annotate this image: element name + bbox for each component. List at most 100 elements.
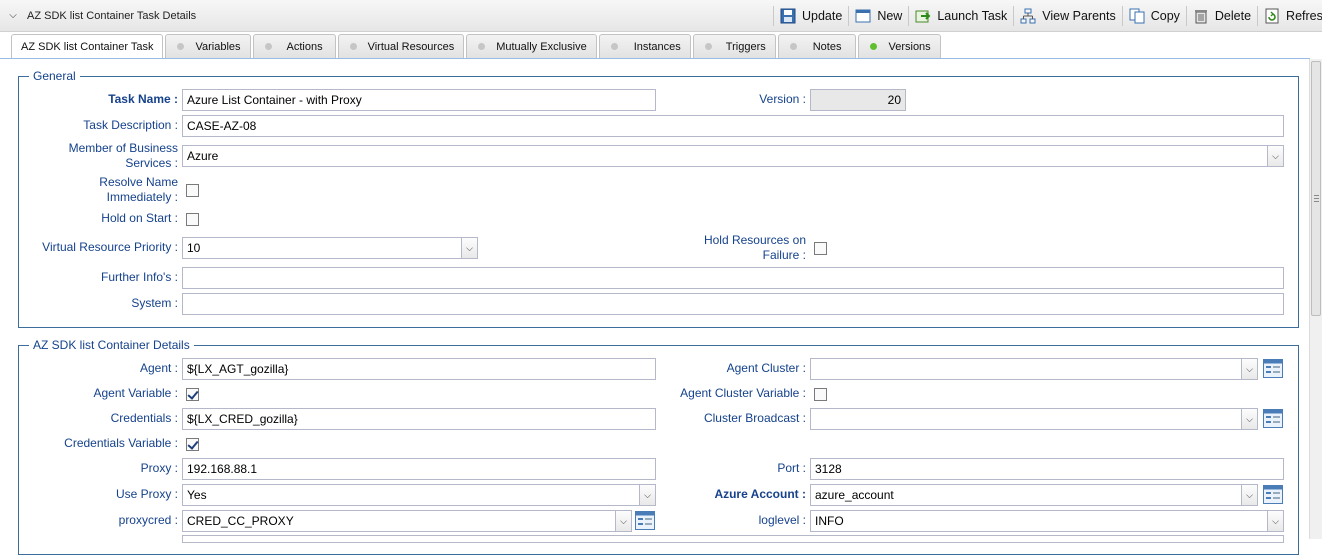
status-dot-icon <box>264 43 272 50</box>
proxy-input[interactable]: 192.168.88.1 <box>182 458 656 480</box>
status-dot-icon <box>704 43 712 50</box>
save-icon <box>780 8 796 24</box>
chevron-down-icon[interactable]: ⌵ <box>461 238 477 258</box>
loglevel-value: INFO <box>815 514 844 528</box>
refresh-button[interactable]: Refresh <box>1259 4 1322 28</box>
delete-button[interactable]: Delete <box>1188 4 1256 28</box>
chevron-down-icon[interactable]: ⌵ <box>1267 511 1283 531</box>
hold-resources-label: Hold Resources on Failure : <box>660 233 806 263</box>
member-of-label: Member of Business Services : <box>40 141 178 171</box>
cluster-broadcast-combo[interactable]: ⌵ <box>810 408 1258 430</box>
tab-triggers[interactable]: Triggers <box>692 34 776 59</box>
proxycred-value: CRED_CC_PROXY <box>187 514 294 528</box>
status-dot-icon <box>789 43 797 50</box>
tab-task[interactable]: AZ SDK list Container Task <box>11 34 164 59</box>
tab-notes[interactable]: Notes <box>777 34 857 59</box>
agent-variable-checkbox[interactable] <box>186 388 199 401</box>
system-label: System : <box>131 296 178 310</box>
member-of-combo[interactable]: Azure ⌵ <box>182 145 1284 167</box>
further-info-input[interactable] <box>182 267 1284 289</box>
status-dot-icon <box>870 43 878 50</box>
copy-label: Copy <box>1150 9 1180 23</box>
agent-label: Agent : <box>139 361 178 375</box>
azure-account-combo[interactable]: azure_account ⌵ <box>810 484 1258 506</box>
tab-variables[interactable]: Variables <box>165 34 251 59</box>
details-legend: AZ SDK list Container Details <box>29 338 194 352</box>
vr-priority-combo[interactable]: 10 ⌵ <box>182 237 478 259</box>
grip-icon <box>1314 195 1319 196</box>
tab-underline <box>0 58 1310 59</box>
credentials-variable-checkbox[interactable] <box>186 438 199 451</box>
new-window-icon <box>855 9 871 23</box>
tab-label: Virtual Resources <box>367 40 455 53</box>
lookup-icon[interactable] <box>1263 409 1283 428</box>
panel-title: AZ SDK list Container Task Details <box>27 10 197 22</box>
tab-instances[interactable]: Instances <box>598 34 691 59</box>
azure-account-label: Azure Account : <box>714 487 806 501</box>
view-parents-label: View Parents <box>1042 9 1116 23</box>
loglevel-combo[interactable]: INFO ⌵ <box>810 510 1284 532</box>
launch-icon <box>915 10 931 23</box>
resolve-name-checkbox[interactable] <box>186 184 199 197</box>
tab-label: Notes <box>812 40 842 53</box>
hold-resources-checkbox[interactable] <box>814 242 827 255</box>
use-proxy-value: Yes <box>187 488 207 502</box>
tab-strip: AZ SDK list Container Task Variables Act… <box>11 34 943 59</box>
scrollbar-thumb[interactable] <box>1311 61 1321 316</box>
proxy-label: Proxy : <box>140 461 178 475</box>
tab-mutually-exclusive[interactable]: Mutually Exclusive <box>466 34 597 59</box>
collapse-chevron-icon[interactable]: ⌵ <box>6 9 20 23</box>
resolve-name-label: Resolve Name Immediately : <box>40 175 178 205</box>
chevron-down-icon[interactable]: ⌵ <box>615 511 631 531</box>
launch-task-button[interactable]: Launch Task <box>910 4 1012 28</box>
lookup-icon[interactable] <box>1263 485 1283 504</box>
toolbar-separator <box>1013 6 1015 26</box>
agent-variable-label: Agent Variable : <box>93 386 179 400</box>
view-parents-button[interactable]: View Parents <box>1015 4 1120 28</box>
use-proxy-combo[interactable]: Yes ⌵ <box>182 484 656 506</box>
launch-task-label: Launch Task <box>937 9 1008 23</box>
vertical-scrollbar[interactable] <box>1309 59 1322 539</box>
toolbar-separator <box>1257 6 1259 26</box>
agent-cluster-variable-checkbox[interactable] <box>814 388 827 401</box>
tab-actions[interactable]: Actions <box>252 34 336 59</box>
copy-button[interactable]: Copy <box>1124 4 1185 28</box>
system-input[interactable] <box>182 293 1284 315</box>
loglevel-label: loglevel : <box>758 513 806 527</box>
tab-virtual-resources[interactable]: Virtual Resources <box>337 34 465 59</box>
use-proxy-label: Use Proxy : <box>115 487 178 501</box>
hold-resources-label-line1: Hold Resources on <box>703 233 806 247</box>
task-description-input[interactable]: CASE-AZ-08 <box>182 115 1284 137</box>
hold-resources-label-line2: Failure : <box>762 248 806 262</box>
agent-cluster-label: Agent Cluster : <box>726 361 806 375</box>
tab-versions[interactable]: Versions <box>858 34 941 59</box>
tab-label: Instances <box>633 40 681 53</box>
port-input[interactable]: 3128 <box>810 458 1284 480</box>
chevron-down-icon[interactable]: ⌵ <box>1241 485 1257 505</box>
proxycred-combo[interactable]: CRED_CC_PROXY ⌵ <box>182 510 632 532</box>
chevron-down-icon[interactable]: ⌵ <box>1241 409 1257 429</box>
next-row-input[interactable] <box>182 535 1284 543</box>
status-dot-icon <box>610 43 618 50</box>
lookup-icon[interactable] <box>1263 359 1283 378</box>
toolbar-separator <box>908 6 910 26</box>
status-dot-icon <box>478 43 486 50</box>
task-name-input[interactable]: Azure List Container - with Proxy <box>182 89 656 111</box>
agent-cluster-combo[interactable]: ⌵ <box>810 358 1258 380</box>
hold-on-start-label: Hold on Start : <box>101 211 178 225</box>
chevron-down-icon[interactable]: ⌵ <box>1267 146 1283 166</box>
toolbar: Update New Launch Task View Parents Copy… <box>772 4 1322 28</box>
hold-on-start-checkbox[interactable] <box>186 213 199 226</box>
tab-label: Versions <box>888 40 931 53</box>
new-button[interactable]: New <box>850 4 907 28</box>
refresh-icon <box>1265 8 1279 24</box>
update-button[interactable]: Update <box>775 4 847 28</box>
chevron-down-icon[interactable]: ⌵ <box>1241 359 1257 379</box>
member-of-label-line2: Services : <box>125 156 178 170</box>
agent-input[interactable]: ${LX_AGT_gozilla} <box>182 358 656 380</box>
port-label: Port : <box>777 461 806 475</box>
member-of-label-line1: Member of Business <box>68 141 178 155</box>
credentials-label: Credentials : <box>110 411 178 425</box>
hierarchy-icon <box>1020 8 1036 24</box>
credentials-input[interactable]: ${LX_CRED_gozilla} <box>182 408 656 430</box>
